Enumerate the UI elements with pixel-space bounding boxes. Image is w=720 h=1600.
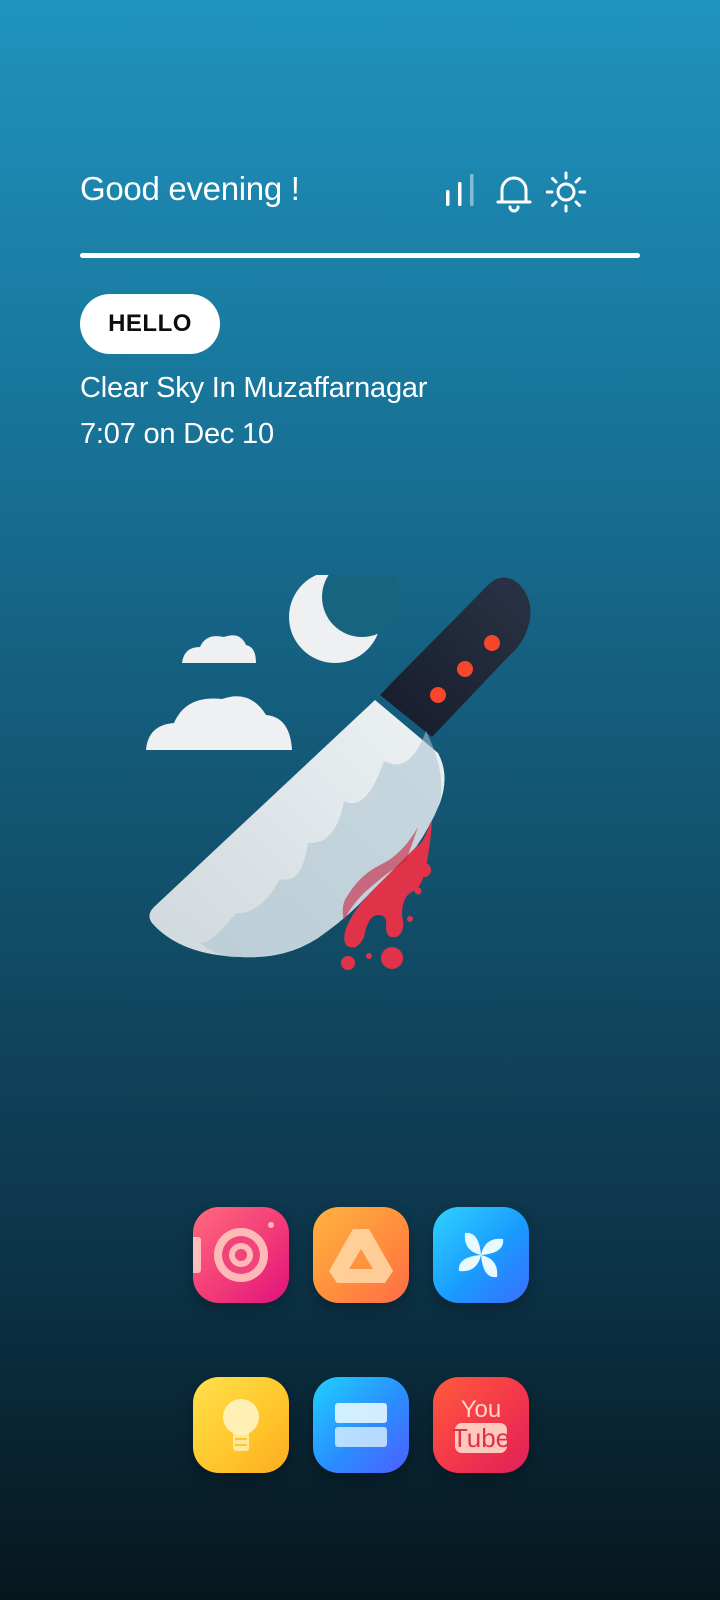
bell-icon[interactable] xyxy=(496,170,532,214)
stack-app-icon[interactable] xyxy=(313,1377,409,1473)
knife-illustration xyxy=(140,557,560,985)
header-icons xyxy=(446,170,596,214)
hello-button[interactable]: HELLO xyxy=(80,294,220,354)
camera-target-icon xyxy=(193,1222,274,1282)
header-divider xyxy=(80,253,640,258)
greeting-text: Good evening ! xyxy=(80,170,300,207)
youtube-app-icon[interactable]: You Tube xyxy=(433,1377,529,1473)
datetime-text: 7:07 on Dec 10 xyxy=(80,418,274,450)
pinwheel-app-icon[interactable] xyxy=(433,1207,529,1303)
drive-app-icon[interactable] xyxy=(313,1207,409,1303)
weather-text: Clear Sky In Muzaffarnagar xyxy=(80,372,428,404)
cloud-small-icon xyxy=(182,635,256,663)
svg-text:Tube: Tube xyxy=(452,1423,510,1453)
camera-app-icon[interactable] xyxy=(193,1207,289,1303)
youtube-icon: You Tube xyxy=(452,1396,510,1453)
drive-triangle-icon xyxy=(329,1229,393,1283)
pinwheel-icon xyxy=(458,1232,504,1278)
signal-icon[interactable] xyxy=(446,170,482,214)
cloud-large-icon xyxy=(146,696,292,750)
stacked-bars-icon xyxy=(335,1403,387,1447)
svg-text:You: You xyxy=(461,1396,502,1423)
lightbulb-icon xyxy=(223,1399,259,1451)
lightbulb-app-icon[interactable] xyxy=(193,1377,289,1473)
moon-icon xyxy=(289,557,402,663)
sun-icon[interactable] xyxy=(545,170,587,214)
